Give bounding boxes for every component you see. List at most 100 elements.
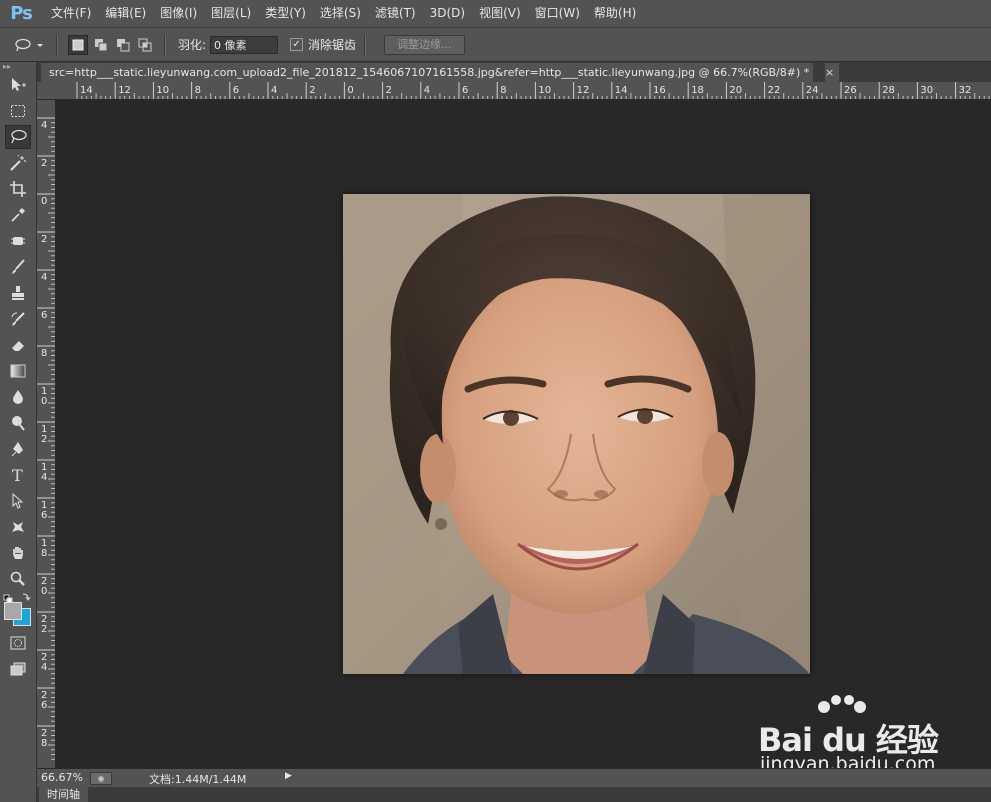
healing-brush-icon <box>11 237 25 245</box>
healing-brush-tool[interactable] <box>0 228 36 254</box>
color-swatches <box>0 592 36 626</box>
portrait-photo[interactable] <box>343 194 810 674</box>
tab-timeline[interactable]: 时间轴 <box>39 787 88 802</box>
quick-mask-icon <box>10 636 26 650</box>
eyedropper-tool[interactable] <box>0 202 36 228</box>
dodge-icon <box>12 416 25 431</box>
zoom-icon <box>10 571 25 586</box>
zoom-level-field[interactable]: 66.67% <box>41 771 83 784</box>
menu-type[interactable]: 类型(Y) <box>258 0 313 27</box>
menu-edit[interactable]: 编辑(E) <box>98 0 153 27</box>
path-selection-icon <box>12 493 24 509</box>
foreground-color-swatch[interactable] <box>4 602 22 620</box>
lasso-tool[interactable] <box>0 124 36 150</box>
lasso-icon <box>11 129 27 144</box>
eraser-icon <box>12 341 24 351</box>
feather-input[interactable]: 0 像素 <box>210 35 279 54</box>
add-selection-button[interactable] <box>92 36 110 54</box>
gradient-icon <box>10 364 26 378</box>
subtract-selection-button[interactable] <box>114 36 132 54</box>
status-menu-arrow-icon[interactable]: ▶ <box>285 771 292 781</box>
ruler-label: 24 <box>806 85 819 96</box>
clone-stamp-tool[interactable] <box>0 280 36 306</box>
blur-drop-icon <box>13 390 23 404</box>
move-tool[interactable] <box>0 72 36 98</box>
portrait-image <box>343 194 810 674</box>
lasso-icon <box>15 38 43 51</box>
ruler-label: 30 <box>920 85 933 96</box>
ruler-label: 2 <box>386 85 392 96</box>
clone-stamp-icon <box>12 286 24 300</box>
menu-select[interactable]: 选择(S) <box>313 0 368 27</box>
hand-icon <box>13 547 23 559</box>
eraser-tool[interactable] <box>0 332 36 358</box>
lasso-preset-picker[interactable] <box>12 36 46 54</box>
status-info-icon[interactable]: ◉ <box>90 772 112 785</box>
crop-tool[interactable] <box>0 176 36 202</box>
ruler-label: 6 <box>41 310 47 321</box>
document-tab-bar: src=http___static.lieyunwang.com_upload2… <box>37 62 991 82</box>
menu-file[interactable]: 文件(F) <box>44 0 98 27</box>
ruler-label: 8 <box>41 348 47 359</box>
document-tab[interactable]: src=http___static.lieyunwang.com_upload2… <box>41 63 813 82</box>
brush-tool[interactable] <box>0 254 36 280</box>
menu-view[interactable]: 视图(V) <box>472 0 528 27</box>
ruler-label: 0 <box>41 586 47 597</box>
path-selection-tool[interactable] <box>0 488 36 514</box>
ruler-label: 2 <box>309 85 315 96</box>
ruler-label: 10 <box>156 85 169 96</box>
magic-wand-tool[interactable] <box>0 150 36 176</box>
antialias-checkbox[interactable]: ✓ <box>290 38 304 51</box>
new-selection-button[interactable] <box>68 34 88 55</box>
status-bar: 66.67% ◉ 文档:1.44M/1.44M ▶ <box>37 768 991 787</box>
horizontal-ruler[interactable]: 14 12 10 8 6 4 2 0 2 4 6 8 10 12 14 16 18 20 22 24 26 28 30 32 <box>55 82 991 100</box>
canvas-area[interactable] <box>56 100 991 768</box>
ruler-label: 4 <box>424 85 430 96</box>
ruler-label: 4 <box>41 272 47 283</box>
ruler-label: 0 <box>41 396 47 407</box>
ruler-label: 8 <box>41 548 47 559</box>
ruler-label: 20 <box>729 85 742 96</box>
ruler-label: 8 <box>195 85 201 96</box>
new-selection-icon <box>72 39 84 50</box>
ruler-corner[interactable] <box>37 82 56 100</box>
crop-icon <box>10 181 26 197</box>
zoom-tool[interactable] <box>0 566 36 592</box>
close-icon[interactable]: × <box>825 63 839 82</box>
dodge-tool[interactable] <box>0 410 36 436</box>
refine-edge-button[interactable]: 调整边缘... <box>384 34 465 55</box>
hand-tool[interactable] <box>0 540 36 566</box>
panel-collapse-icon[interactable]: ▸▸ <box>0 62 36 72</box>
ruler-label: 26 <box>844 85 857 96</box>
move-icon <box>12 78 26 91</box>
bottom-panel: 时间轴 <box>37 787 991 802</box>
intersect-selection-button[interactable] <box>136 36 154 54</box>
menu-3d[interactable]: 3D(D) <box>423 0 472 27</box>
menu-bar: Ps 文件(F) 编辑(E) 图像(I) 图层(L) 类型(Y) 选择(S) 滤… <box>0 0 991 28</box>
type-tool[interactable]: T <box>0 462 36 488</box>
marquee-tool[interactable] <box>0 98 36 124</box>
magic-wand-icon <box>10 155 27 171</box>
ruler-label: 16 <box>653 85 666 96</box>
menu-window[interactable]: 窗口(W) <box>528 0 587 27</box>
menu-filter[interactable]: 滤镜(T) <box>368 0 423 27</box>
add-selection-icon <box>95 38 108 51</box>
menu-help[interactable]: 帮助(H) <box>587 0 643 27</box>
pen-tool[interactable] <box>0 436 36 462</box>
blur-tool[interactable] <box>0 384 36 410</box>
menu-layer[interactable]: 图层(L) <box>204 0 258 27</box>
history-brush-tool[interactable] <box>0 306 36 332</box>
gradient-tool[interactable] <box>0 358 36 384</box>
ruler-label: 2 <box>41 158 47 169</box>
vertical-ruler[interactable]: 420246810121416182022242628 <box>37 100 56 768</box>
ruler-label: 32 <box>959 85 972 96</box>
menu-image[interactable]: 图像(I) <box>153 0 204 27</box>
screen-mode-button[interactable] <box>0 656 36 682</box>
svg-text:T: T <box>12 467 23 483</box>
custom-shape-tool[interactable] <box>0 514 36 540</box>
ruler-label: 6 <box>41 700 47 711</box>
ruler-label: 6 <box>41 510 47 521</box>
horizontal-ruler-ticks: 14 12 10 8 6 4 2 0 2 4 6 8 10 12 14 16 18 20 22 24 26 28 30 32 <box>76 82 990 99</box>
quick-mask-button[interactable] <box>0 630 36 656</box>
ruler-label: 12 <box>118 85 131 96</box>
